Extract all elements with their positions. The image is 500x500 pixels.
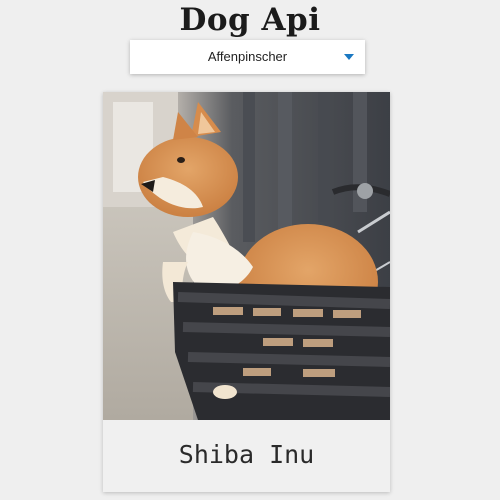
- caret-down-icon: [344, 54, 354, 60]
- dog-card: Shiba Inu: [103, 92, 390, 492]
- breed-caption: Shiba Inu: [178, 440, 315, 469]
- page: Dog Api Affenpinscher Shiba Inu: [0, 0, 500, 500]
- breed-select-value: Affenpinscher: [207, 49, 288, 64]
- breed-select[interactable]: Affenpinscher: [130, 40, 365, 74]
- page-title: Dog Api: [179, 2, 321, 38]
- dog-photo: [103, 92, 390, 420]
